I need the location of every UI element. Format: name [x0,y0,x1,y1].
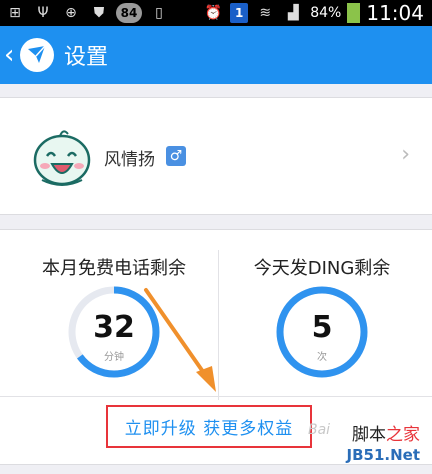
battery-icon [347,3,361,23]
wifi-icon: ≋ [259,5,272,21]
column-divider [218,250,219,400]
calls-unit: 分钟 [104,352,124,363]
badge-icon: 84 [116,3,142,23]
ding-remaining-label: 今天发DING剩余 [253,258,391,279]
chevron-right-icon[interactable]: › [401,142,410,167]
chevron-left-icon[interactable]: ‹ [4,40,18,70]
page-title: 设置 [64,45,109,70]
header: ‹ 设置 [0,26,432,84]
battery-percent: 84% [310,5,342,21]
phone-icon: ▯ [155,5,163,21]
clock: 11:04 [366,1,424,25]
profile-card[interactable]: 风情扬 ♂ › [0,97,432,215]
wing-logo-icon [28,45,46,63]
calls-remaining-label: 本月免费电话剩余 [42,258,186,279]
gps-icon: ⊕ [65,5,77,21]
watermark-bottom: JB51.Net [346,446,420,464]
shield-icon: ⛊ [93,5,105,21]
add-icon: ⊞ [9,5,21,21]
usb-icon: Ψ [37,5,49,21]
ding-value: 5 [311,310,333,345]
calls-value: 32 [93,310,135,345]
avatar[interactable] [32,126,92,188]
row-separator [0,396,432,397]
male-icon: ♂ [166,146,186,166]
upgrade-highlight-box: 立即升级 获更多权益 [106,405,312,448]
notification-icon: 1 [230,3,249,23]
signal-icon: ▟ [287,5,299,21]
status-right-icons: ⏰ 1 ≋ ▟ 84% 11:04 [202,1,424,25]
watermark-top: 脚本之家 [352,420,420,445]
profile-name: 风情扬 [104,150,155,170]
watermark-top-a: 脚本 [352,425,386,445]
status-bar: ⊞ Ψ ⊕ ⛊ 84 ▯ ⏰ 1 ≋ ▟ 84% 11:04 [0,0,432,26]
upgrade-link[interactable]: 立即升级 获更多权益 [125,414,293,439]
watermark: Bai 脚本之家 JB51.Net [308,420,426,470]
alarm-icon: ⏰ [204,5,222,21]
watermark-baidu: Bai [308,422,331,438]
watermark-top-b: 之家 [386,425,420,445]
app-logo-icon[interactable] [20,38,54,72]
status-left-icons: ⊞ Ψ ⊕ ⛊ 84 ▯ [4,2,170,24]
ding-unit: 次 [317,352,327,363]
